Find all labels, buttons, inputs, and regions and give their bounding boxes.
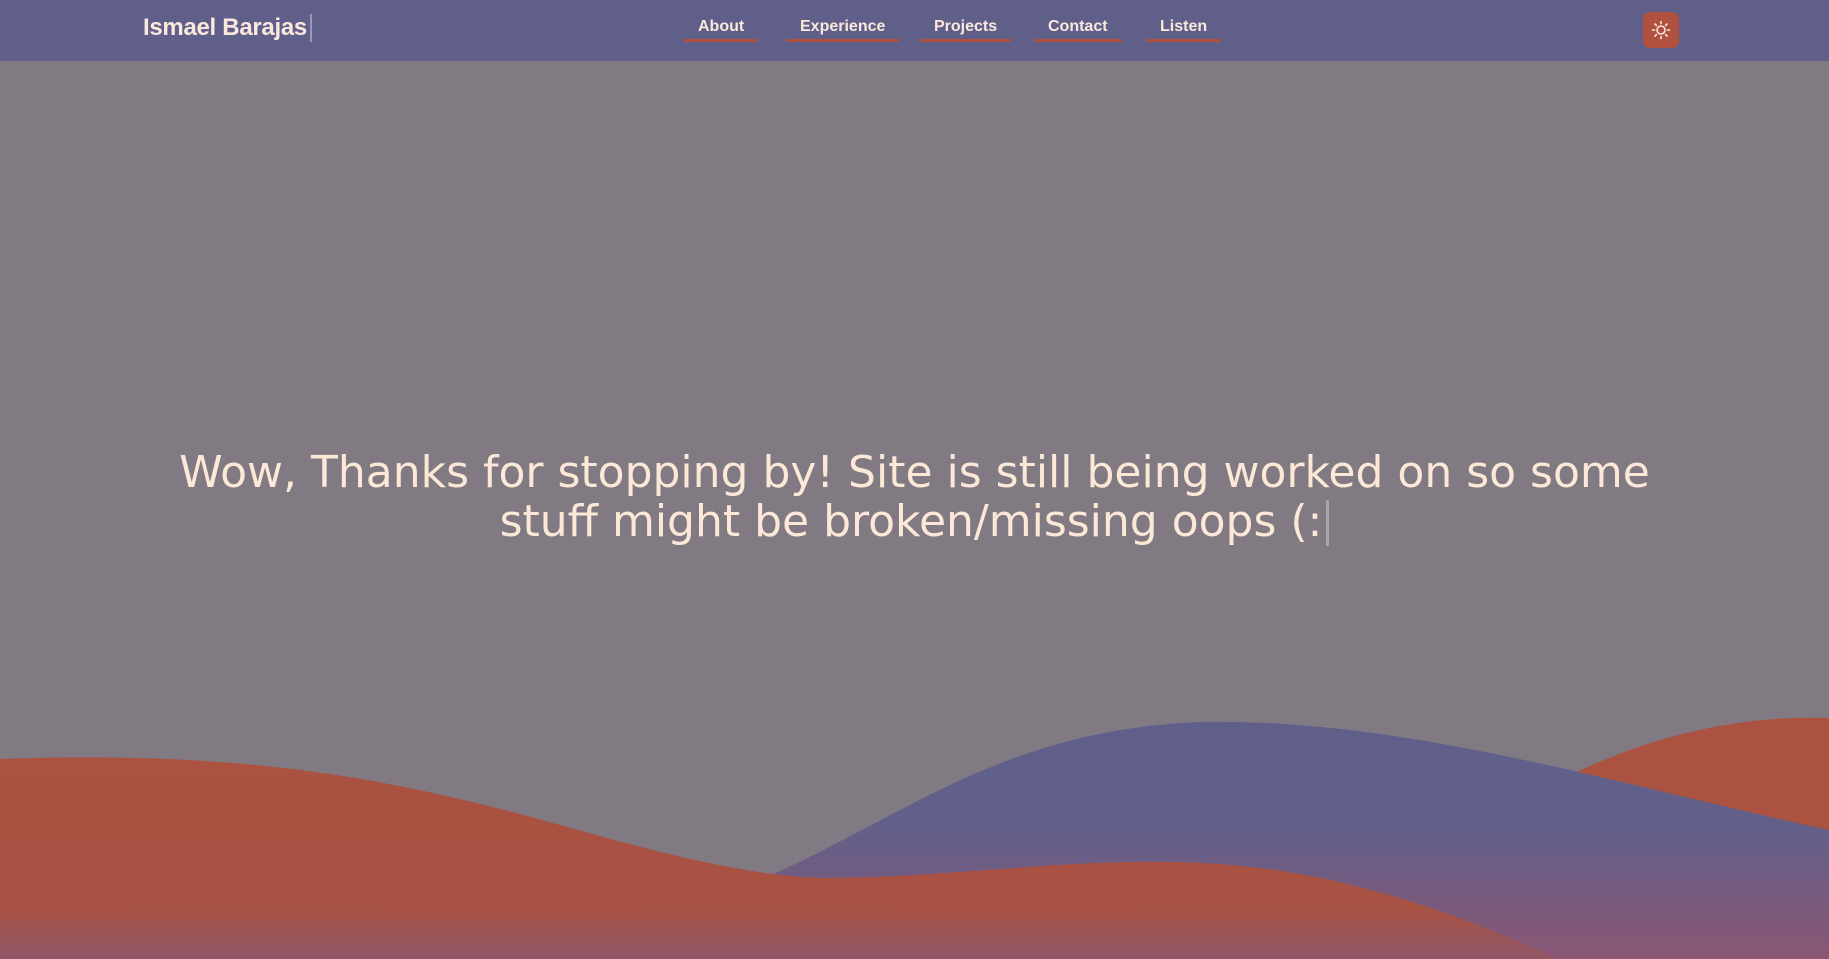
hero-line-2-wrap: stuff might be broken/missing oops (: — [0, 497, 1829, 546]
hero-line-1: Wow, Thanks for stopping by! Site is sti… — [179, 447, 1650, 498]
sun-icon — [1651, 20, 1671, 40]
typing-caret — [1326, 500, 1330, 546]
hero-message: Wow, Thanks for stopping by! Site is sti… — [0, 448, 1829, 546]
theme-toggle-button[interactable] — [1643, 12, 1679, 48]
nav-link-about[interactable]: About — [683, 18, 759, 42]
main-nav: About Experience Projects Contact Listen — [0, 0, 1829, 61]
navbar: Ismael Barajas About Experience Projects… — [0, 0, 1829, 61]
wave-background — [0, 717, 1829, 959]
hero-line-2: stuff might be broken/missing oops (: — [499, 496, 1323, 547]
nav-link-listen[interactable]: Listen — [1145, 18, 1222, 42]
nav-link-experience[interactable]: Experience — [785, 18, 900, 42]
nav-link-contact[interactable]: Contact — [1034, 18, 1122, 42]
nav-link-projects[interactable]: Projects — [919, 18, 1012, 42]
